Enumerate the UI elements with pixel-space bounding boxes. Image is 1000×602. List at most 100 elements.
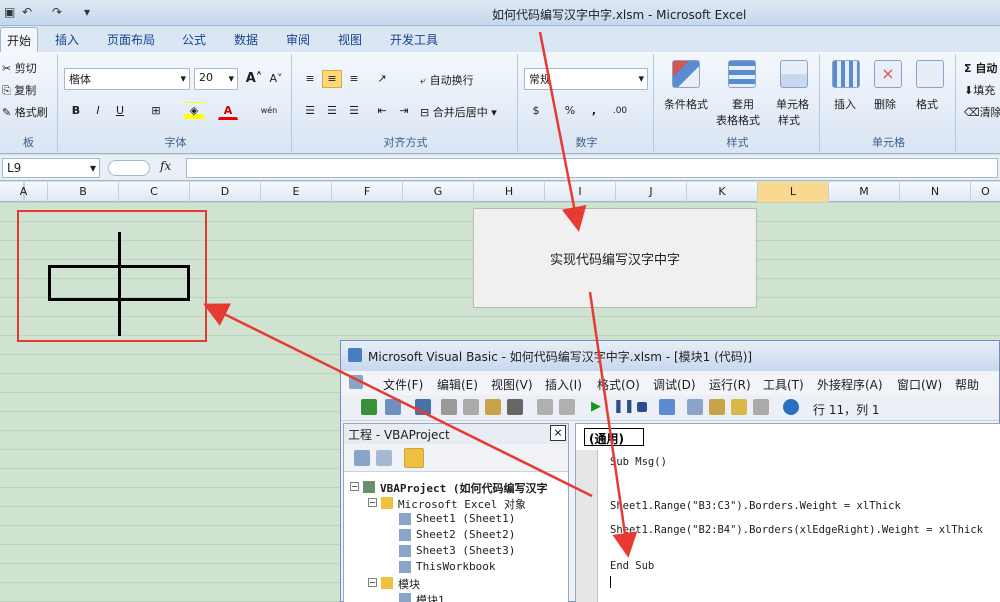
tree-expander[interactable]: − bbox=[350, 482, 359, 491]
vba-menu-file[interactable]: 文件(F) bbox=[383, 376, 423, 393]
tree-item[interactable]: ThisWorkbook bbox=[416, 560, 495, 573]
clear-button[interactable]: ⌫清除 bbox=[964, 104, 1000, 120]
autosum-button[interactable]: Σ 自动 bbox=[964, 60, 997, 76]
col-header-A-label[interactable]: A bbox=[0, 182, 48, 202]
col-header-C[interactable]: C bbox=[119, 182, 190, 202]
copy-icon[interactable] bbox=[463, 399, 479, 415]
format-cells-button[interactable]: 格式 bbox=[916, 96, 938, 112]
code-line-1[interactable]: Sub Msg() bbox=[610, 456, 667, 468]
tab-insert[interactable]: 插入 bbox=[55, 31, 79, 48]
decrease-indent-icon[interactable]: ⇤ bbox=[372, 102, 392, 120]
merge-center-button[interactable]: ⊟ 合并后居中 ▾ bbox=[420, 104, 497, 120]
format-painter-button[interactable]: ✎ 格式刷 bbox=[2, 104, 48, 120]
tab-developer[interactable]: 开发工具 bbox=[390, 31, 438, 48]
font-size-select[interactable]: 20 ▾ bbox=[194, 68, 238, 90]
undo-icon[interactable] bbox=[537, 399, 553, 415]
currency-icon[interactable]: $ bbox=[526, 102, 546, 120]
insert-module-icon[interactable] bbox=[385, 399, 401, 415]
formula-bar-expand-handle[interactable] bbox=[108, 160, 150, 176]
vba-menu-tools[interactable]: 工具(T) bbox=[763, 376, 804, 393]
tree-item[interactable]: Sheet3 (Sheet3) bbox=[416, 544, 515, 557]
align-right-icon[interactable]: ☰ bbox=[344, 102, 364, 120]
vba-menu-run[interactable]: 运行(R) bbox=[709, 376, 751, 393]
tab-home[interactable]: 开始 bbox=[0, 27, 39, 53]
align-middle-icon[interactable]: ≡ bbox=[322, 70, 342, 88]
save-icon[interactable] bbox=[415, 399, 431, 415]
save-icon[interactable]: ▣ bbox=[4, 5, 15, 21]
close-icon[interactable]: × bbox=[550, 425, 566, 441]
vba-menu-debug[interactable]: 调试(D) bbox=[653, 376, 696, 393]
align-bottom-icon[interactable]: ≡ bbox=[344, 70, 364, 88]
delete-cells-button[interactable]: 删除 bbox=[874, 96, 896, 112]
properties-icon[interactable] bbox=[709, 399, 725, 415]
tree-item[interactable]: 模块 bbox=[398, 576, 420, 592]
col-header-H[interactable]: H bbox=[474, 182, 545, 202]
conditional-format-button[interactable]: 条件格式 bbox=[664, 96, 708, 112]
tab-data[interactable]: 数据 bbox=[234, 31, 258, 48]
tab-review[interactable]: 审阅 bbox=[286, 31, 310, 48]
tab-page-layout[interactable]: 页面布局 bbox=[107, 31, 155, 48]
col-header-K[interactable]: K bbox=[687, 182, 758, 202]
underline-button[interactable]: U bbox=[110, 102, 130, 120]
comma-button[interactable]: , bbox=[584, 102, 604, 120]
view-code-icon[interactable] bbox=[354, 450, 370, 466]
col-header-I[interactable]: I bbox=[545, 182, 616, 202]
object-browser-icon[interactable] bbox=[731, 399, 747, 415]
vba-menu-edit[interactable]: 编辑(E) bbox=[437, 376, 478, 393]
cut-button[interactable]: ✂ 剪切 bbox=[2, 60, 37, 76]
vba-menu-window[interactable]: 窗口(W) bbox=[897, 376, 942, 393]
fill-button[interactable]: ⬇填充 bbox=[964, 82, 995, 98]
find-icon[interactable] bbox=[507, 399, 523, 415]
table-format-button[interactable]: 套用 bbox=[732, 96, 754, 112]
tree-item[interactable]: Sheet1 (Sheet1) bbox=[416, 512, 515, 525]
tab-formulas[interactable]: 公式 bbox=[182, 31, 206, 48]
phonetic-button[interactable]: wén bbox=[254, 102, 284, 120]
help-icon[interactable] bbox=[783, 399, 799, 415]
font-name-select[interactable]: 楷体 ▾ bbox=[64, 68, 190, 90]
redo-icon[interactable] bbox=[559, 399, 575, 415]
toggle-folders-icon[interactable] bbox=[404, 448, 424, 468]
align-left-icon[interactable]: ☰ bbox=[300, 102, 320, 120]
toolbox-icon[interactable] bbox=[753, 399, 769, 415]
vba-menu-view[interactable]: 视图(V) bbox=[491, 376, 533, 393]
insert-function-button[interactable]: fx bbox=[160, 159, 171, 173]
bold-button[interactable]: B bbox=[66, 102, 86, 120]
font-color-button[interactable]: A bbox=[218, 102, 238, 120]
cut-icon[interactable] bbox=[441, 399, 457, 415]
col-header-E[interactable]: E bbox=[261, 182, 332, 202]
project-explorer-icon[interactable] bbox=[687, 399, 703, 415]
customize-qat-icon[interactable]: ▾ bbox=[84, 5, 90, 21]
col-header-B[interactable]: B bbox=[48, 182, 119, 202]
italic-button[interactable]: I bbox=[88, 102, 108, 120]
pause-icon[interactable]: ❚❚ bbox=[613, 399, 635, 415]
shrink-font-button[interactable]: A˅ bbox=[266, 70, 286, 88]
formula-input[interactable] bbox=[186, 158, 998, 178]
col-header-L[interactable]: L bbox=[758, 182, 829, 202]
copy-button[interactable]: ⎘ 复制 bbox=[2, 82, 36, 98]
percent-button[interactable]: % bbox=[560, 102, 580, 120]
vba-menu-help[interactable]: 帮助 bbox=[955, 376, 979, 393]
fill-color-icon[interactable]: ◈ bbox=[184, 102, 204, 120]
col-header-O[interactable]: O bbox=[971, 182, 1000, 202]
macro-command-button[interactable]: 实现代码编写汉字中字 bbox=[473, 208, 757, 308]
tree-expander[interactable]: − bbox=[368, 578, 377, 587]
tree-expander[interactable]: − bbox=[368, 498, 377, 507]
cell-style-button[interactable]: 单元格 bbox=[776, 96, 809, 112]
code-line-2[interactable]: Sheet1.Range("B3:C3").Borders.Weight = x… bbox=[610, 500, 901, 512]
tree-item[interactable]: VBAProject (如何代码编写汉字 bbox=[380, 480, 547, 496]
wrap-text-button[interactable]: ⤶ 自动换行 bbox=[420, 72, 474, 88]
col-header-J[interactable]: J bbox=[616, 182, 687, 202]
number-format-select[interactable]: 常规 ▾ bbox=[524, 68, 648, 90]
object-combo[interactable]: (通用) bbox=[584, 428, 644, 446]
design-mode-icon[interactable] bbox=[659, 399, 675, 415]
run-icon[interactable]: ▶ bbox=[591, 399, 607, 415]
orientation-icon[interactable]: ↗ bbox=[372, 70, 392, 88]
name-box[interactable]: L9 ▾ bbox=[2, 158, 100, 178]
vba-menu-addins[interactable]: 外接程序(A) bbox=[817, 376, 883, 393]
align-top-icon[interactable]: ≡ bbox=[300, 70, 320, 88]
tree-item[interactable]: 模块1 bbox=[416, 592, 445, 602]
tab-view[interactable]: 视图 bbox=[338, 31, 362, 48]
col-header-M[interactable]: M bbox=[829, 182, 900, 202]
insert-cells-button[interactable]: 插入 bbox=[834, 96, 856, 112]
grow-font-button[interactable]: A˄ bbox=[244, 70, 264, 88]
